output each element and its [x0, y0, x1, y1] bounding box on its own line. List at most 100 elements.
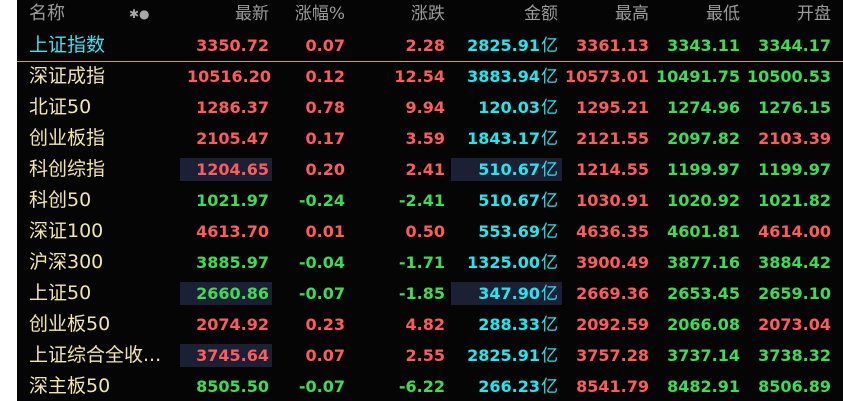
- amount-unit: 亿: [541, 315, 558, 335]
- amount-unit: 亿: [541, 36, 558, 56]
- open-value: 2073.04: [758, 315, 831, 334]
- low-value: 4601.81: [667, 222, 740, 241]
- amount-unit: 亿: [541, 377, 558, 397]
- amount-unit: 亿: [541, 67, 558, 87]
- change-pct-value: 0.23: [305, 315, 345, 334]
- latest-value: 8505.50: [196, 377, 269, 396]
- latest-value: 1286.37: [196, 98, 269, 117]
- change-pct-value: 0.20: [305, 160, 345, 179]
- index-name: 创业板50: [29, 313, 111, 335]
- col-open[interactable]: 开盘: [741, 0, 831, 28]
- high-value: 8541.79: [576, 377, 649, 396]
- low-value: 1020.92: [667, 191, 740, 210]
- amount-unit: 亿: [541, 98, 558, 118]
- change-pct-value: 0.17: [305, 129, 345, 148]
- table-row[interactable]: 深证100 4613.70 0.01 0.50 553.69亿 4636.35 4601.8…: [17, 216, 843, 247]
- amount-value: 1843.17亿: [455, 123, 558, 154]
- index-name: 创业板指: [29, 127, 106, 149]
- amount-number: 2825.91: [467, 346, 540, 365]
- low-value: 3877.16: [667, 253, 740, 272]
- table-row[interactable]: 深主板50 8505.50 -0.07 -6.22 266.23亿 8541.79 8482…: [17, 371, 843, 401]
- amount-value: 3883.94亿: [455, 61, 558, 92]
- amount-number: 553.69: [478, 222, 540, 241]
- change-value: 2.55: [405, 346, 445, 365]
- amount-number: 2825.91: [467, 36, 540, 55]
- change-pct-value: -0.04: [298, 253, 345, 272]
- table-row[interactable]: 创业板指 2105.47 0.17 3.59 1843.17亿 2121.55 2097.8…: [17, 123, 843, 154]
- table-row[interactable]: 沪深300 3885.97 -0.04 -1.71 1325.00亿 3900.49 387…: [17, 247, 843, 278]
- table-row[interactable]: 深证成指 10516.20 0.12 12.54 3883.94亿 10573.01 104…: [17, 61, 843, 92]
- open-value: 1021.82: [758, 191, 831, 210]
- amount-unit: 亿: [541, 284, 558, 304]
- table-row[interactable]: 上证综合全收... 3745.64 0.07 2.55 2825.91亿 3757.28 3…: [17, 340, 843, 371]
- change-value: 9.94: [405, 98, 445, 117]
- change-pct-value: 0.01: [305, 222, 345, 241]
- table-row[interactable]: 上证50 2660.86 -0.07 -1.85 347.90亿 2669.36 2653.…: [17, 278, 843, 309]
- change-value: -1.71: [398, 253, 445, 272]
- col-change[interactable]: 涨跌: [357, 0, 445, 28]
- index-name: 北证50: [29, 96, 92, 118]
- amount-unit: 亿: [541, 160, 558, 180]
- index-name: 上证50: [29, 282, 92, 304]
- change-value: 2.41: [405, 160, 445, 179]
- amount-value: 553.69亿: [455, 216, 558, 247]
- amount-value: 266.23亿: [455, 371, 558, 401]
- change-value: 12.54: [394, 67, 445, 86]
- open-value: 10500.53: [746, 67, 831, 86]
- amount-value: 1325.00亿: [455, 247, 558, 278]
- high-value: 2669.36: [576, 284, 649, 303]
- low-value: 2097.82: [667, 129, 740, 148]
- high-value: 3900.49: [576, 253, 649, 272]
- column-settings-icon[interactable]: ✱●: [129, 0, 150, 28]
- amount-number: 347.90: [478, 284, 540, 303]
- high-value: 3361.13: [576, 36, 649, 55]
- low-value: 1199.97: [667, 160, 740, 179]
- open-value: 8506.89: [758, 377, 831, 396]
- index-name: 上证指数: [29, 34, 106, 56]
- table-row[interactable]: 科创综指 1204.65 0.20 2.41 510.67亿 1214.55 1199.97…: [17, 154, 843, 185]
- open-value: 1199.97: [758, 160, 831, 179]
- amount-value: 2825.91亿: [455, 30, 558, 61]
- amount-unit: 亿: [541, 222, 558, 242]
- table-row[interactable]: 创业板50 2074.92 0.23 4.82 288.33亿 2092.59 2066.0…: [17, 309, 843, 340]
- amount-number: 510.67: [478, 160, 540, 179]
- change-pct-value: 0.78: [305, 98, 345, 117]
- col-name[interactable]: 名称: [29, 0, 189, 28]
- latest-value: 2660.86: [196, 284, 269, 303]
- table-row[interactable]: 北证50 1286.37 0.78 9.94 120.03亿 1295.21 1274.96…: [17, 92, 843, 123]
- col-amount[interactable]: 金额: [455, 0, 558, 28]
- col-change-pct[interactable]: 涨幅%: [269, 0, 345, 28]
- index-name: 科创50: [29, 189, 92, 211]
- change-value: 0.50: [405, 222, 445, 241]
- open-value: 1276.15: [758, 98, 831, 117]
- table-row[interactable]: 上证指数 3350.72 0.07 2.28 2825.91亿 3361.13 3343.1…: [17, 30, 843, 61]
- index-name: 深证100: [29, 220, 104, 242]
- low-value: 2066.08: [667, 315, 740, 334]
- amount-unit: 亿: [541, 129, 558, 149]
- latest-value: 3350.72: [196, 36, 269, 55]
- col-latest[interactable]: 最新: [187, 0, 269, 28]
- change-pct-value: -0.07: [298, 377, 345, 396]
- open-value: 4614.00: [758, 222, 831, 241]
- amount-number: 1325.00: [467, 253, 540, 272]
- amount-value: 347.90亿: [455, 278, 558, 309]
- change-pct-value: -0.07: [298, 284, 345, 303]
- table-header: 名称 ✱● 最新 涨幅% 涨跌 金额 最高 最低 开盘: [17, 0, 843, 28]
- col-high[interactable]: 最高: [565, 0, 649, 28]
- table-row[interactable]: 科创50 1021.97 -0.24 -2.41 510.67亿 1030.91 1020.…: [17, 185, 843, 216]
- amount-value: 510.67亿: [455, 185, 558, 216]
- amount-number: 120.03: [478, 98, 540, 117]
- low-value: 1274.96: [667, 98, 740, 117]
- change-pct-value: 0.07: [305, 36, 345, 55]
- latest-value: 3885.97: [196, 253, 269, 272]
- high-value: 1030.91: [576, 191, 649, 210]
- high-value: 3757.28: [576, 346, 649, 365]
- amount-value: 120.03亿: [455, 92, 558, 123]
- high-value: 10573.01: [565, 67, 650, 86]
- col-low[interactable]: 最低: [653, 0, 740, 28]
- high-value: 1295.21: [576, 98, 649, 117]
- amount-number: 3883.94: [467, 67, 540, 86]
- amount-number: 1843.17: [467, 129, 540, 148]
- latest-value: 4613.70: [196, 222, 269, 241]
- open-value: 2659.10: [758, 284, 831, 303]
